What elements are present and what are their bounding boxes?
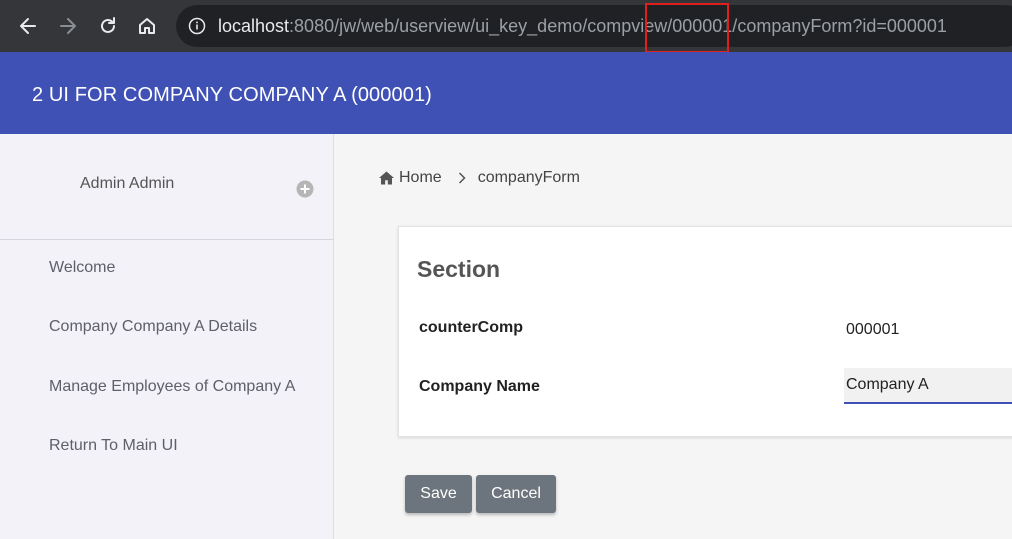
breadcrumb-home-icon [379,171,394,185]
sidebar: Admin Admin Welcome Company Company A De… [0,134,334,539]
sidebar-item-return-main[interactable]: Return To Main UI [49,437,178,455]
sidebar-divider [0,239,333,240]
cancel-button[interactable]: Cancel [476,475,556,513]
sidebar-item-company-details[interactable]: Company Company A Details [49,318,257,336]
chevron-right-icon [458,172,466,184]
page-title: 2 UI FOR COMPANY COMPANY A (000001) [32,84,432,106]
main-content: Home companyForm Section counterComp 000… [335,134,1012,539]
browser-toolbar: localhost:8080/jw/web/userview/ui_key_de… [0,0,1012,52]
forward-arrow-icon[interactable] [52,10,84,42]
breadcrumb-current: companyForm [477,169,580,186]
url-host: localhost [218,16,290,36]
url-text[interactable]: localhost:8080/jw/web/userview/ui_key_de… [218,5,947,47]
plus-circle-icon[interactable] [296,180,314,198]
url-highlight-box [645,3,729,53]
breadcrumb-home-link[interactable]: Home [399,169,442,187]
app-header: 2 UI FOR COMPANY COMPANY A (000001) [0,52,1012,134]
breadcrumb: Home companyForm [379,169,580,187]
sidebar-item-welcome[interactable]: Welcome [49,259,115,277]
section-title: Section [417,256,501,282]
reload-icon[interactable] [92,10,124,42]
home-icon[interactable] [131,10,163,42]
url-path-after: companyForm?id=000001 [737,16,947,36]
address-bar[interactable]: localhost:8080/jw/web/userview/ui_key_de… [176,5,1012,47]
save-button[interactable]: Save [405,475,472,513]
sidebar-item-manage-employees[interactable]: Manage Employees of Company A [49,378,295,396]
company-name-label: Company Name [419,378,540,395]
url-path-before: :8080/jw/web/userview/ui_key_demo/compvi… [289,16,673,36]
back-arrow-icon[interactable] [12,10,44,42]
user-name[interactable]: Admin Admin [80,175,174,193]
counter-comp-label: counterComp [419,319,523,336]
form-section-card: Section counterComp 000001 Company Name [398,226,1012,437]
counter-comp-value: 000001 [846,321,900,338]
company-name-input[interactable] [844,368,1012,404]
info-icon[interactable] [188,17,206,35]
